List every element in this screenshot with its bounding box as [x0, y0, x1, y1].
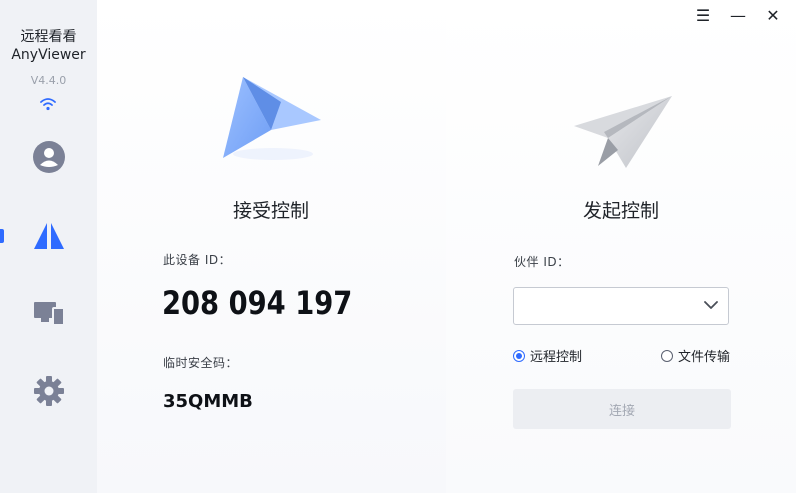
temp-code-label: 临时安全码： [163, 356, 239, 370]
devices-icon [33, 302, 65, 326]
user-icon [32, 141, 65, 173]
receive-control-title: 接受控制 [233, 200, 310, 222]
initiate-control-title: 发起控制 [583, 200, 660, 222]
sidebar-item-remote-control[interactable] [0, 206, 97, 266]
gray-paper-plane-icon [574, 96, 672, 168]
menu-button[interactable]: ☰ [692, 6, 714, 25]
radio-remote-control-label: 远程控制 [530, 350, 583, 365]
connect-button[interactable]: 连接 [513, 389, 731, 429]
device-id-value: 208 094 197 [162, 284, 353, 322]
gear-icon [33, 376, 64, 406]
chevron-down-icon[interactable] [704, 300, 718, 310]
radio-button-unchecked[interactable] [661, 349, 673, 362]
blue-paper-plane-icon [223, 77, 321, 160]
radio-file-transfer[interactable]: 文件传输 [661, 346, 730, 365]
sidebar-item-devices[interactable] [0, 283, 97, 343]
sidebar-item-settings[interactable] [0, 361, 97, 421]
minimize-button[interactable]: — [727, 6, 749, 25]
app-name-cn: 远程看看 [20, 29, 77, 45]
temp-code-value: 35QMMB [163, 391, 253, 412]
partner-id-label: 伙伴 ID： [514, 255, 570, 269]
sidebar-item-account[interactable] [0, 127, 97, 187]
close-button[interactable]: ✕ [762, 6, 784, 25]
anyviewer-logo-icon [33, 223, 64, 249]
app-name-en: AnyViewer [11, 47, 86, 63]
device-id-label: 此设备 ID： [163, 253, 232, 267]
radio-file-transfer-label: 文件传输 [678, 350, 731, 365]
wifi-icon [40, 98, 56, 111]
radio-remote-control[interactable]: 远程控制 [513, 346, 582, 365]
partner-id-input[interactable] [513, 287, 729, 325]
sidebar: 远程看看 AnyViewer V4.4.0 [0, 0, 97, 493]
radio-button-checked[interactable] [513, 349, 525, 362]
app-version: V4.4.0 [30, 74, 67, 87]
